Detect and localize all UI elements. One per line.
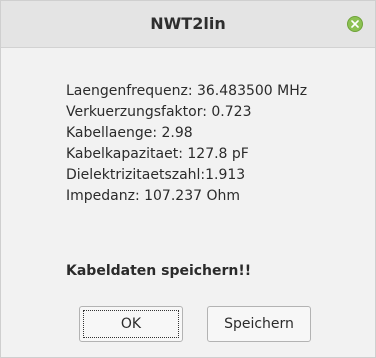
- info-line-impedance: Impedanz: 107.237 Ohm: [66, 188, 240, 204]
- info-line-dielectric: Dielektrizitaetszahl:1.913: [66, 167, 246, 183]
- ok-button-label: OK: [83, 310, 179, 338]
- dialog-window: NWT2lin Laengenfrequenz: 36.483500 MHz V…: [0, 0, 376, 358]
- close-icon: [351, 20, 359, 28]
- info-line-cable-length: Kabellaenge: 2.98: [66, 125, 193, 141]
- info-line-frequency: Laengenfrequenz: 36.483500 MHz: [66, 83, 308, 99]
- info-line-velocity-factor: Verkuerzungsfaktor: 0.723: [66, 104, 252, 120]
- save-message: Kabeldaten speichern!!: [66, 263, 252, 279]
- info-line-capacitance: Kabelkapazitaet: 127.8 pF: [66, 146, 249, 162]
- title-bar[interactable]: NWT2lin: [1, 1, 375, 48]
- ok-button[interactable]: OK: [79, 306, 183, 342]
- cable-info: Laengenfrequenz: 36.483500 MHz Verkuerzu…: [66, 81, 307, 207]
- window-title: NWT2lin: [150, 14, 226, 33]
- save-button[interactable]: Speichern: [207, 306, 311, 342]
- close-button[interactable]: [347, 16, 363, 32]
